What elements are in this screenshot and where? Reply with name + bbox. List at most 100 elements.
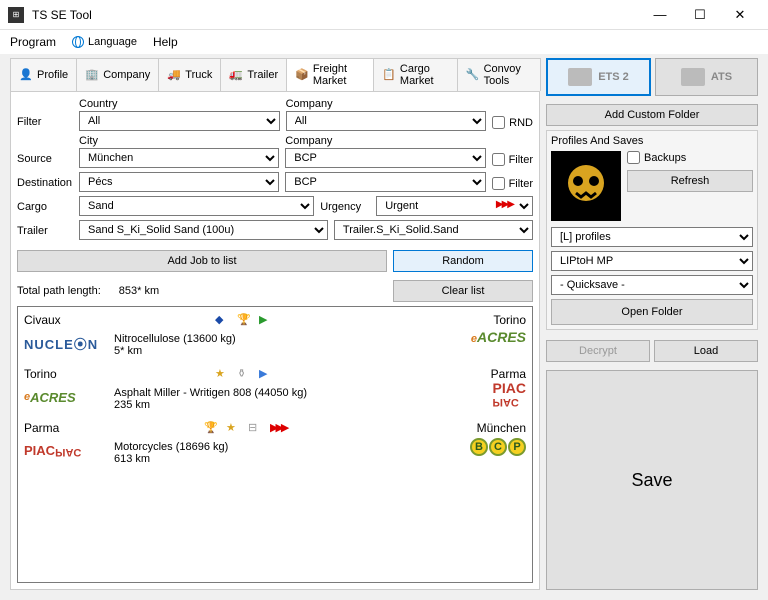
job-dest: München	[436, 421, 526, 435]
save-name-select[interactable]: - Quicksave -	[551, 275, 753, 295]
truck-icon: 🚚	[167, 68, 181, 82]
urgency-label: Urgency	[320, 201, 370, 216]
backups-checkbox[interactable]: Backups	[627, 151, 753, 166]
refresh-button[interactable]: Refresh	[627, 170, 753, 192]
dest-city-select[interactable]: Pécs	[79, 172, 279, 192]
cargo-icon: 📋	[382, 68, 396, 82]
tabs: 👤 Profile 🏢Company 🚚 Truck 🚛Trailer 📦Freig…	[10, 58, 540, 92]
job-distance: 613 km	[114, 453, 436, 465]
profile-folder-select[interactable]: [L] profiles	[551, 227, 753, 247]
go-icon: ▶	[259, 313, 275, 329]
total-path-label: Total path length:	[17, 285, 101, 297]
add-job-button[interactable]: Add Job to list	[17, 250, 387, 272]
country-label: Country	[79, 98, 280, 110]
menu-program[interactable]: Program	[10, 35, 56, 49]
trailer-icon: 🚛	[229, 68, 243, 82]
close-button[interactable]: ✕	[720, 1, 760, 29]
tab-truck[interactable]: 🚚 Truck	[158, 58, 221, 91]
job-row[interactable]: Torino eACRES ★ ⚱ ▶ Asphalt Miller - Wri…	[24, 367, 526, 411]
cargo-select[interactable]: Sand	[79, 196, 314, 216]
job-dest-logo: eACRES	[471, 329, 526, 345]
job-dest-logo: BCP	[470, 437, 526, 456]
source-label: Source	[17, 153, 73, 168]
job-origin-logo: PIACPIAC	[24, 437, 114, 465]
ets2-label: ETS 2	[598, 71, 629, 83]
source-filter-checkbox-input[interactable]	[492, 153, 505, 166]
source-filter-label: Filter	[509, 154, 533, 166]
load-button[interactable]: Load	[654, 340, 758, 362]
clear-list-button[interactable]: Clear list	[393, 280, 533, 302]
dest-filter-label: Filter	[509, 178, 533, 190]
dest-company-select[interactable]: BCP	[285, 172, 485, 192]
job-distance: 235 km	[114, 399, 436, 411]
globe-icon	[72, 36, 84, 48]
urgent-icon: ▶▶▶	[270, 421, 286, 437]
ats-button[interactable]: ATS	[655, 58, 758, 96]
trailer-select[interactable]: Sand S_Ki_Solid Sand (100u)	[79, 220, 328, 240]
tab-cargo-market[interactable]: 📋Cargo Market	[373, 58, 458, 91]
backups-label: Backups	[644, 152, 686, 164]
job-list[interactable]: Civaux NUCLE⦿N ◆ 🏆 ▶ Nitrocellulose (136…	[17, 306, 533, 583]
rnd-checkbox-input[interactable]	[492, 116, 505, 129]
dest-filter-checkbox-input[interactable]	[492, 177, 505, 190]
job-row[interactable]: Parma PIACPIAC 🏆 ★ ⊟ ▶▶▶ Motorcycles (18…	[24, 421, 526, 465]
tab-profile-label: Profile	[37, 69, 68, 81]
backups-checkbox-input[interactable]	[627, 151, 640, 164]
minimize-button[interactable]: —	[640, 1, 680, 29]
city-label: City	[79, 135, 279, 147]
tab-truck-label: Truck	[185, 69, 212, 81]
profiles-panel: Profiles And Saves Backups Refresh [L] p…	[546, 130, 758, 330]
convoy-icon: 🔧	[466, 68, 480, 82]
dest-filter-checkbox[interactable]: Filter	[492, 177, 533, 192]
maximize-button[interactable]: ☐	[680, 1, 720, 29]
filter-label: Filter	[17, 116, 73, 131]
tab-trailer[interactable]: 🚛Trailer	[220, 58, 287, 91]
job-dest-logo: PIACPIAC	[493, 383, 526, 406]
total-path-value: 853* km	[119, 285, 159, 297]
job-origin-logo: NUCLE⦿N	[24, 329, 114, 357]
profiles-header: Profiles And Saves	[551, 135, 753, 147]
app-icon: ⊞	[8, 7, 24, 23]
ets2-button[interactable]: ETS 2	[546, 58, 651, 96]
ats-label: ATS	[711, 71, 732, 83]
job-origin-logo: eACRES	[24, 383, 114, 411]
rnd-label: RND	[509, 117, 533, 129]
freight-market-panel: Filter Country All Company All RND Sourc…	[10, 92, 540, 590]
decrypt-button[interactable]: Decrypt	[546, 340, 650, 362]
tab-convoy-tools[interactable]: 🔧Convoy Tools	[457, 58, 541, 91]
menu-help[interactable]: Help	[153, 35, 178, 49]
trailer-def-select[interactable]: Trailer.S_Ki_Solid.Sand	[334, 220, 533, 240]
filter-company-select[interactable]: All	[286, 111, 487, 131]
source-company-label: Company	[285, 135, 485, 147]
open-folder-button[interactable]: Open Folder	[551, 299, 753, 325]
tab-freight-market-label: Freight Market	[313, 63, 365, 87]
job-cargo: Motorcycles (18696 kg)	[114, 441, 436, 453]
company-label: Company	[286, 98, 487, 110]
building-icon: 🏢	[85, 68, 99, 82]
menu-language[interactable]: Language	[72, 36, 137, 48]
star-icon: ★	[226, 421, 242, 437]
trophy-icon: 🏆	[204, 421, 220, 437]
adr-icon: ◆	[215, 313, 231, 329]
source-filter-checkbox[interactable]: Filter	[492, 153, 533, 168]
tab-freight-market[interactable]: 📦Freight Market	[286, 58, 374, 91]
source-company-select[interactable]: BCP	[285, 148, 485, 168]
tab-profile[interactable]: 👤 Profile	[10, 58, 77, 91]
job-cargo: Asphalt Miller - Writigen 808 (44050 kg)	[114, 387, 436, 399]
filter-country-select[interactable]: All	[79, 111, 280, 131]
job-row[interactable]: Civaux NUCLE⦿N ◆ 🏆 ▶ Nitrocellulose (136…	[24, 313, 526, 357]
titlebar: ⊞ TS SE Tool — ☐ ✕	[0, 0, 768, 30]
source-city-select[interactable]: München	[79, 148, 279, 168]
profile-name-select[interactable]: LIPtoH MP	[551, 251, 753, 271]
user-icon: 👤	[19, 68, 33, 82]
add-custom-folder-button[interactable]: Add Custom Folder	[546, 104, 758, 126]
arrow-icon: ▶	[259, 367, 275, 383]
urgency-arrows-icon: ▶▶▶	[496, 199, 513, 210]
cargo-label: Cargo	[17, 201, 73, 216]
profile-avatar	[551, 151, 621, 221]
tab-company[interactable]: 🏢Company	[76, 58, 159, 91]
rnd-checkbox[interactable]: RND	[492, 116, 533, 131]
trophy-icon: 🏆	[237, 313, 253, 329]
save-button[interactable]: Save	[546, 370, 758, 590]
random-button[interactable]: Random	[393, 250, 533, 272]
